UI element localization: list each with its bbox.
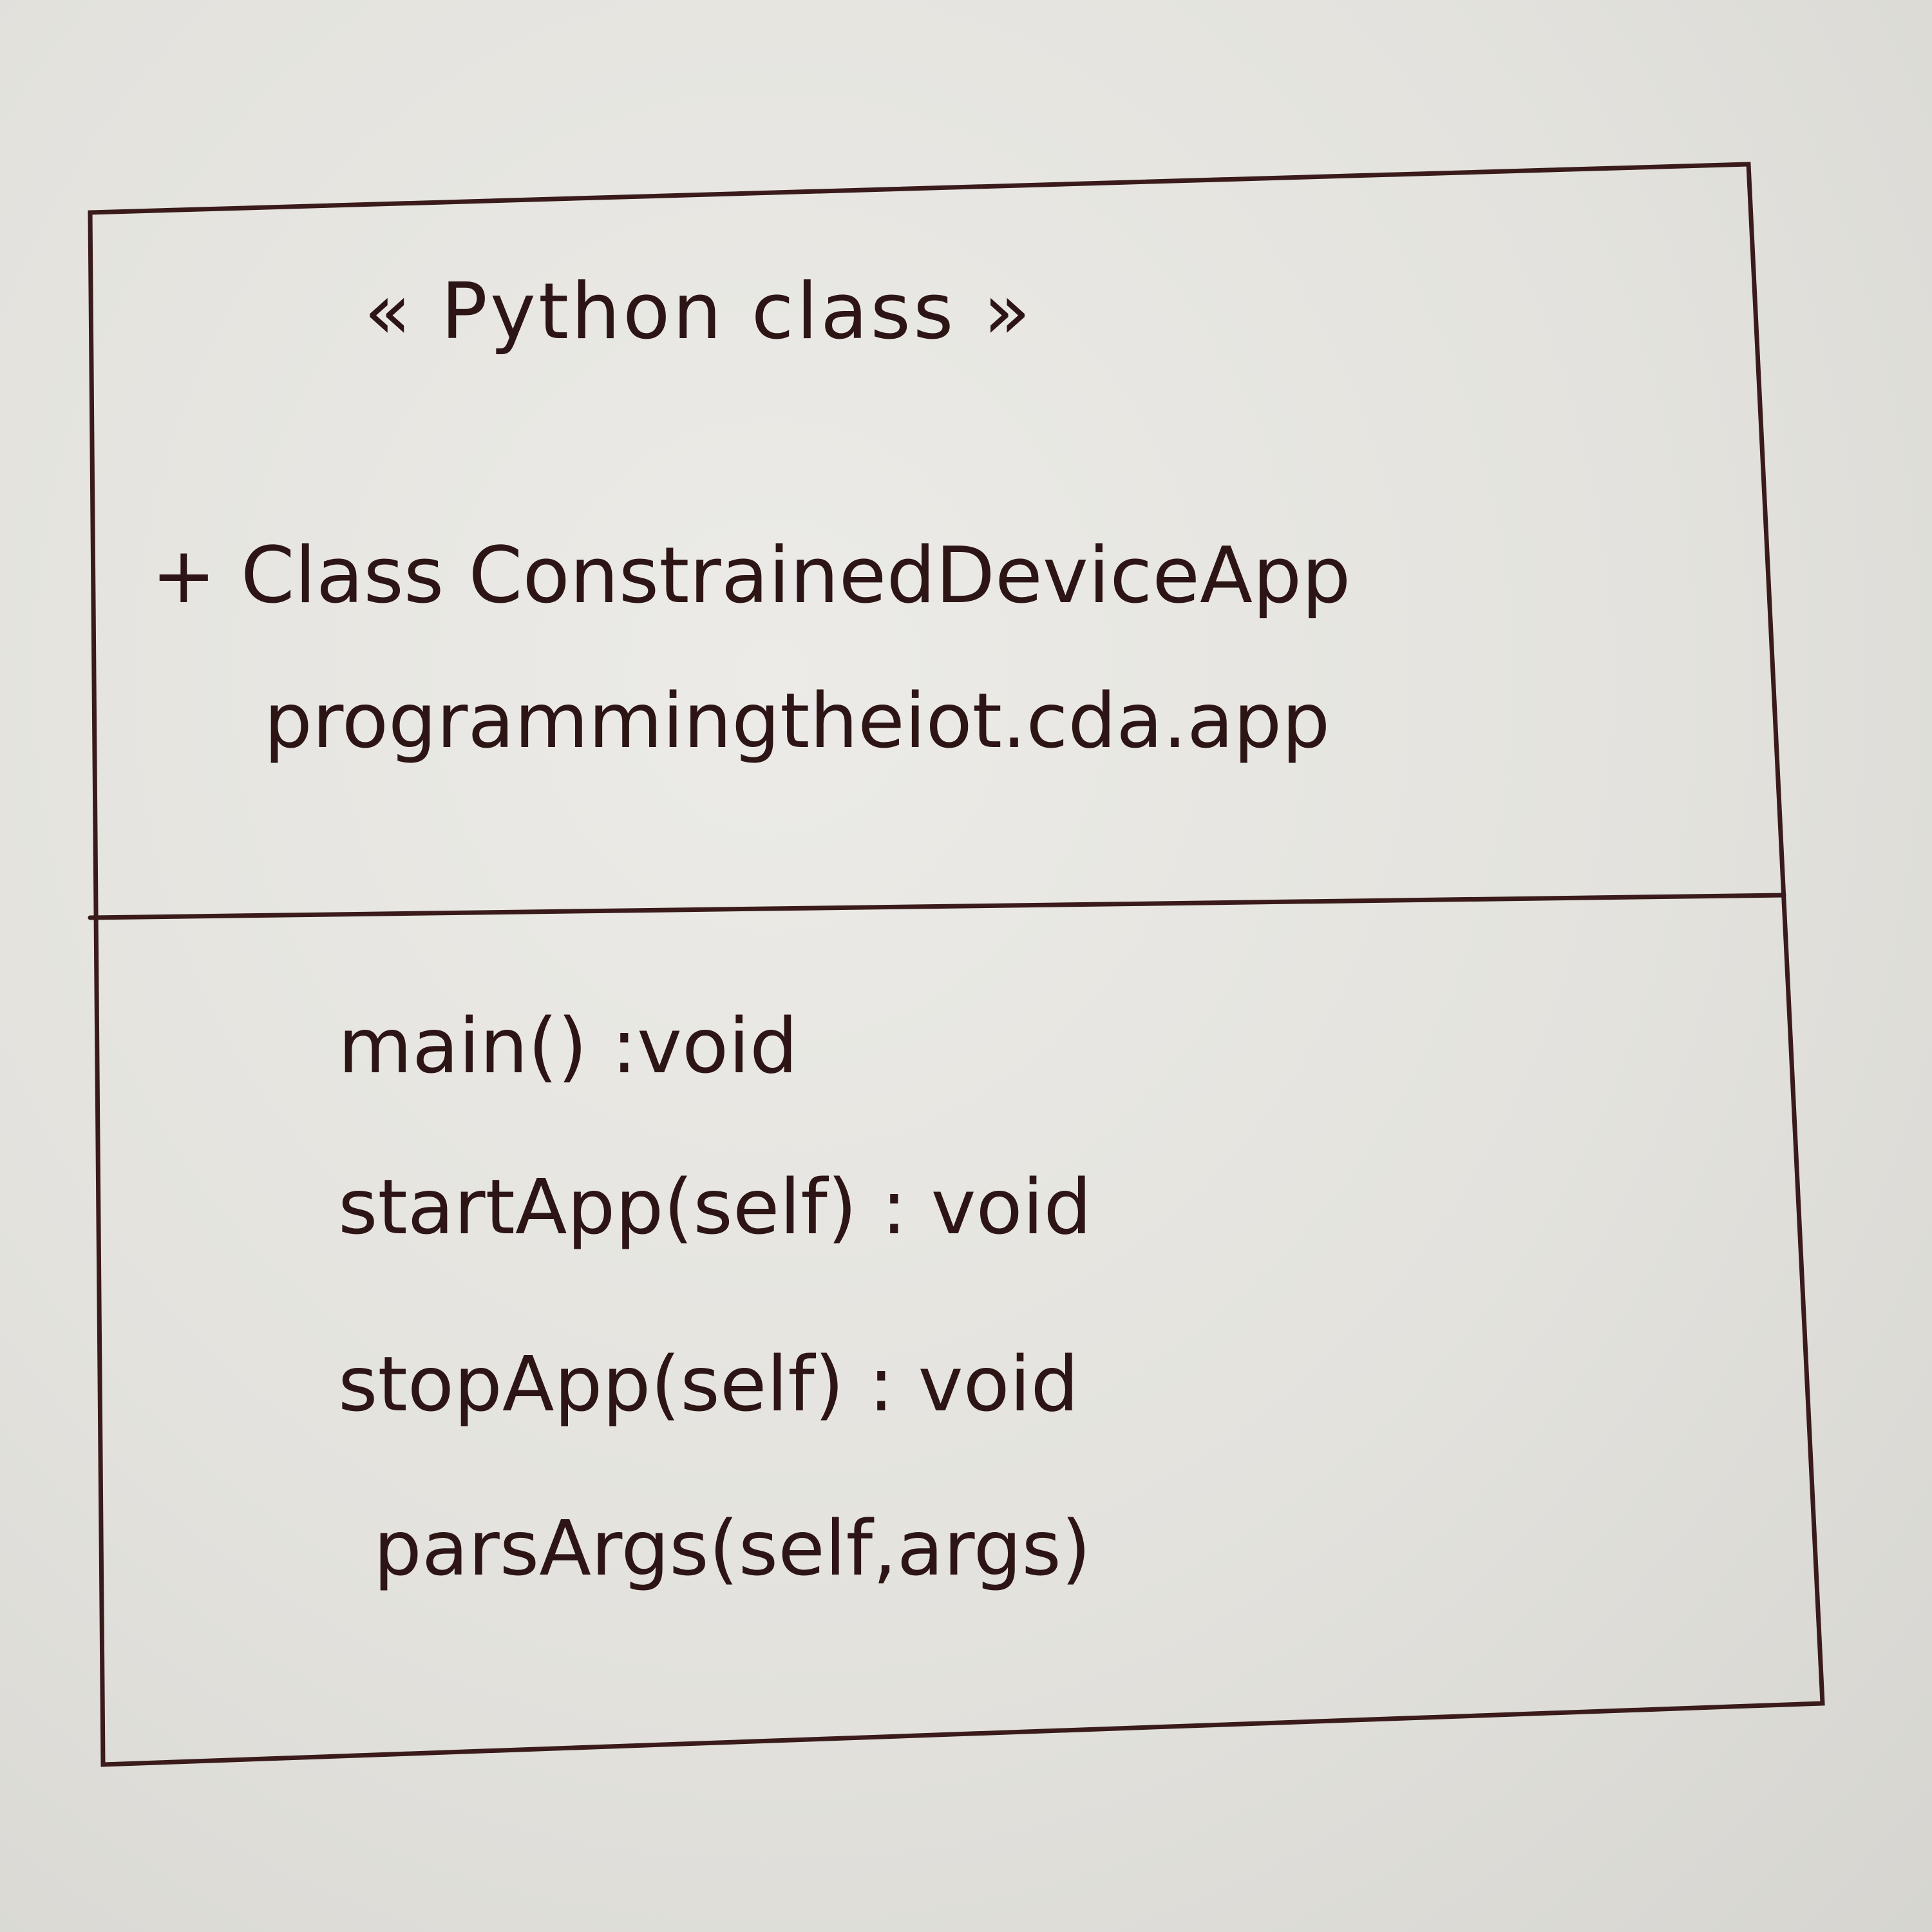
class-stereotype: « Python class » <box>364 267 1034 357</box>
method-stop-app: stopApp(self) : void <box>338 1340 1079 1428</box>
method-pars-args: parsArgs(self,args) <box>374 1504 1091 1593</box>
method-main: main() :void <box>338 1001 798 1090</box>
class-name: + Class ConstrainedDeviceApp <box>151 531 1351 621</box>
package-name: programmingtheiot.cda.app <box>264 676 1331 765</box>
compartment-divider <box>88 893 1786 920</box>
method-start-app: startApp(self) : void <box>338 1162 1092 1251</box>
